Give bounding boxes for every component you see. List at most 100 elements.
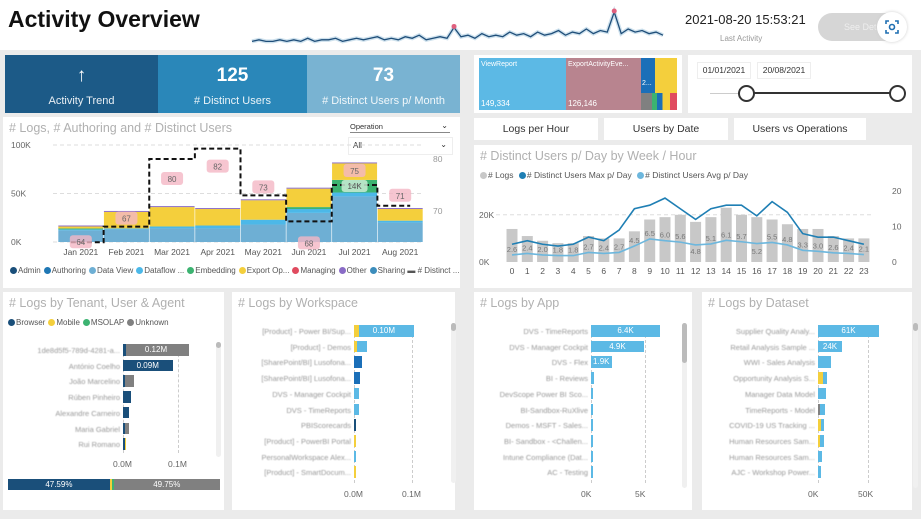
- last-activity-label: Last Activity: [720, 34, 763, 43]
- tenant-user-agent-chart: # Logs by Tenant, User & Agent Browser Mo…: [3, 292, 224, 510]
- legend-item[interactable]: Data View: [97, 266, 133, 275]
- scrollbar[interactable]: [913, 323, 918, 488]
- gridline: [412, 325, 413, 483]
- category-label: Manager Data Model: [744, 389, 815, 399]
- kpi-distinct-users-month[interactable]: 73 # Distinct Users p/ Month: [307, 55, 460, 113]
- legend-item[interactable]: Unknown: [135, 318, 168, 327]
- treemap-small-tiles[interactable]: [641, 93, 677, 110]
- scrollbar-thumb[interactable]: [682, 323, 687, 363]
- legend-item[interactable]: Sharing: [378, 266, 406, 275]
- category-label: BI-Sandbox-RuXlive: [520, 405, 588, 415]
- bar-segment: [591, 419, 593, 431]
- bar-segment: [286, 188, 332, 208]
- y-tick-label: 50K: [11, 189, 26, 199]
- hourly-chart-plot: 0K 20K 0 10 20 2.6 0 2.4 1 2.0 2 1.8 3 1.8 4 2.7 5 2.4 6 2.…: [479, 186, 902, 276]
- scrollbar-thumb[interactable]: [913, 323, 918, 331]
- bar-segment: [354, 434, 357, 447]
- legend-item[interactable]: Admin: [18, 266, 41, 275]
- data-label: 2.6: [507, 245, 517, 254]
- legend-item[interactable]: Managing: [300, 266, 335, 275]
- legend-item[interactable]: Export Op...: [247, 266, 290, 275]
- end-date-input[interactable]: 20/08/2021: [757, 62, 811, 79]
- x-tick-label: 5K: [635, 489, 646, 499]
- data-label: 5.2: [752, 247, 762, 256]
- x-tick-label: May 2021: [245, 247, 283, 257]
- scrollbar[interactable]: [216, 342, 221, 457]
- category-label: Retail Analysis Sample ...: [730, 342, 815, 352]
- category-label: Human Resources Sam...: [729, 452, 815, 462]
- bar-segment: [357, 340, 368, 353]
- legend-item[interactable]: Browser: [16, 318, 45, 327]
- treemap-tile-viewreport[interactable]: ViewReport 149,334: [479, 58, 566, 110]
- treemap-tile-3[interactable]: 2...: [641, 58, 655, 93]
- chart-legend: Admin Authoring Data View Dataflow ... Embed…: [7, 266, 459, 275]
- scrollbar[interactable]: [451, 323, 456, 483]
- tab-users-vs-operations[interactable]: Users vs Operations: [734, 118, 866, 140]
- legend-dot: [187, 267, 195, 274]
- bar-segment: [818, 466, 821, 478]
- operations-treemap: ViewReport 149,334 ExportActivityEve... 12…: [474, 55, 682, 113]
- kpi-label: # Distinct Users p/ Month: [322, 95, 445, 107]
- data-label: 2.4: [843, 243, 853, 252]
- gridline: [178, 344, 179, 453]
- bar-segment: [819, 434, 824, 447]
- legend-dot: [10, 267, 17, 274]
- bar-segment: [354, 387, 360, 400]
- series-line-1: [511, 197, 865, 247]
- x-tick-label: 0.1M: [402, 489, 421, 499]
- x-tick-label: 11: [676, 266, 685, 276]
- data-label: 2.4: [599, 243, 609, 252]
- x-tick-label: Apr 2021: [200, 247, 235, 257]
- legend-item[interactable]: ▬ # Distinct ...: [405, 266, 459, 275]
- chart-title: # Logs by Dataset: [708, 296, 809, 310]
- legend-dot: [88, 267, 96, 274]
- tile-value: 126,146: [568, 99, 597, 108]
- x-tick-label: 9: [647, 266, 652, 276]
- legend-item[interactable]: Authoring: [52, 266, 86, 275]
- data-label: 5.1: [706, 234, 716, 243]
- category-label: BI- Sandbox - <Challen...: [503, 436, 588, 446]
- data-label: 71: [396, 192, 405, 201]
- scrollbar-thumb[interactable]: [451, 323, 456, 331]
- category-label: Rúben Pinheiro: [68, 393, 120, 403]
- treemap-tile-4[interactable]: [655, 58, 677, 93]
- data-label: 61K: [841, 325, 856, 335]
- category-label: [Product] - Demos: [290, 342, 351, 352]
- tab-users-by-date[interactable]: Users by Date: [604, 118, 728, 140]
- agent-share-bar: 47.59% 49.75%: [8, 479, 220, 490]
- legend-item[interactable]: Dataflow ...: [144, 266, 184, 275]
- last-activity-value: 2021-08-20 15:53:21: [685, 12, 806, 27]
- share-segment[interactable]: 47.59%: [8, 479, 110, 490]
- sparkline-band: [251, 6, 664, 44]
- legend-item[interactable]: MSOLAP: [91, 318, 124, 327]
- scrollbar-thumb[interactable]: [216, 342, 221, 348]
- x-tick-label: 0.1M: [168, 459, 187, 469]
- share-segment[interactable]: 49.75%: [113, 479, 220, 490]
- x-tick-label: Jan 2021: [63, 247, 98, 257]
- legend-item[interactable]: Mobile: [56, 318, 80, 327]
- slider-end-handle[interactable]: [889, 85, 906, 102]
- legend-item[interactable]: Other: [347, 266, 367, 275]
- data-label: 2.1: [859, 245, 869, 254]
- start-date-input[interactable]: 01/01/2021: [697, 62, 751, 79]
- category-label: Supplier Quality Analy...: [735, 327, 815, 336]
- bar-segment: [149, 206, 195, 208]
- category-label: Alexandre Carneiro: [55, 408, 120, 418]
- tab-logs-per-hour[interactable]: Logs per Hour: [474, 118, 598, 140]
- kpi-distinct-users[interactable]: 125 # Distinct Users: [158, 55, 307, 113]
- treemap-tile-export[interactable]: ExportActivityEve... 126,146: [566, 58, 641, 110]
- monthly-chart-plot: 0K 50K 100K 70 80 Jan 2021 Feb 2021 Mar 2021 Apr…: [11, 140, 443, 257]
- x-tick-label: Jul 2021: [338, 247, 370, 257]
- scrollbar[interactable]: [682, 323, 687, 488]
- page-title: Activity Overview: [8, 6, 200, 32]
- kpi-activity-trend[interactable]: ↑ Activity Trend: [5, 55, 158, 113]
- activity-sparkline[interactable]: [250, 6, 665, 50]
- focus-mode-button[interactable]: [877, 12, 907, 42]
- slider-start-handle[interactable]: [738, 85, 755, 102]
- legend-item[interactable]: Embedding: [195, 266, 235, 275]
- bar-segment: [354, 403, 359, 416]
- tile-label: ViewReport: [481, 61, 518, 68]
- bar-segment: [240, 200, 286, 220]
- bar-segment: [354, 372, 361, 384]
- legend-dot: [238, 267, 246, 274]
